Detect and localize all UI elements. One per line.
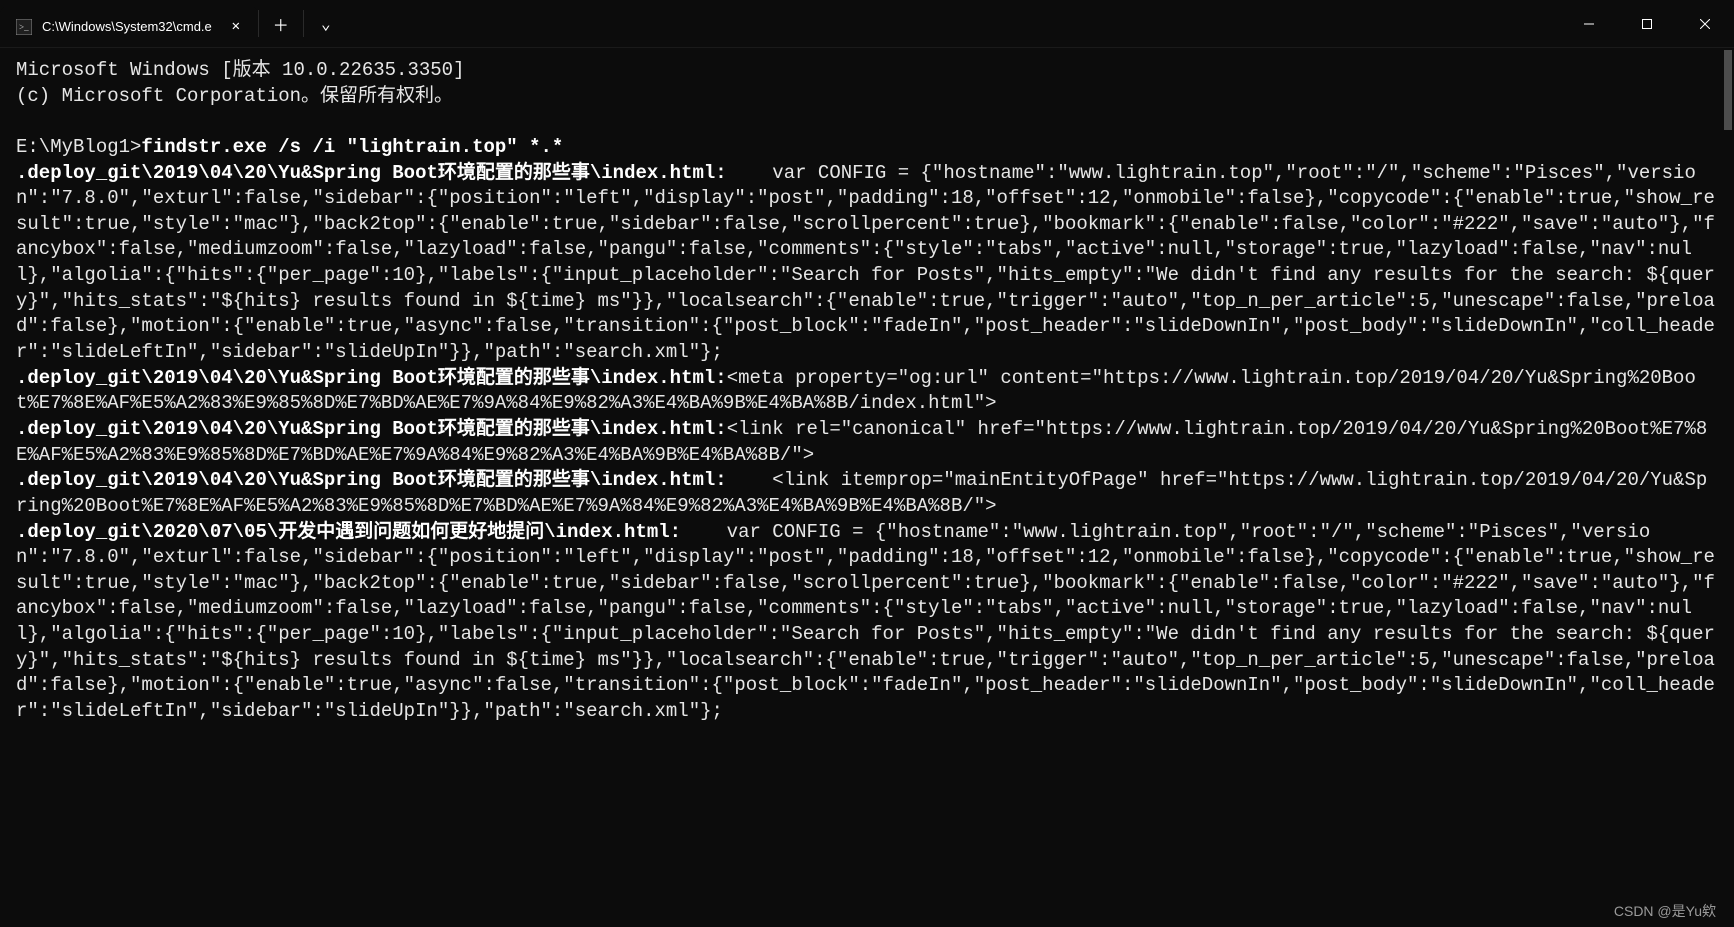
window-controls — [1560, 0, 1734, 47]
svg-text:>_: >_ — [19, 22, 29, 32]
prompt: E:\MyBlog1> — [16, 136, 141, 158]
active-tab[interactable]: >_ C:\Windows\System32\cmd.e ✕ — [0, 6, 258, 47]
result-path-3: .deploy_git\2019\04\20\Yu&Spring Boot环境配… — [16, 418, 727, 440]
copyright-line: (c) Microsoft Corporation。保留所有权利。 — [16, 85, 453, 107]
window-close-button[interactable] — [1676, 0, 1734, 48]
result-body-5: var CONFIG = {"hostname":"www.lightrain.… — [16, 521, 1715, 722]
tab-close-button[interactable]: ✕ — [222, 13, 250, 41]
result-path-5: .deploy_git\2020\07\05\开发中遇到问题如何更好地提问\in… — [16, 521, 681, 543]
cmd-icon: >_ — [16, 19, 32, 35]
result-path-2: .deploy_git\2019\04\20\Yu&Spring Boot环境配… — [16, 367, 727, 389]
watermark-text: CSDN @是Yu欸 — [1614, 901, 1716, 921]
command-text: findstr.exe /s /i "lightrain.top" *.* — [141, 136, 563, 158]
tab-title: C:\Windows\System32\cmd.e — [42, 19, 212, 34]
result-path-4: .deploy_git\2019\04\20\Yu&Spring Boot环境配… — [16, 469, 727, 491]
scrollbar-thumb[interactable] — [1724, 50, 1732, 130]
minimize-button[interactable] — [1560, 0, 1618, 48]
tab-dropdown-button[interactable]: ⌄ — [304, 0, 348, 47]
result-path-1: .deploy_git\2019\04\20\Yu&Spring Boot环境配… — [16, 162, 727, 184]
terminal-output[interactable]: Microsoft Windows [版本 10.0.22635.3350] (… — [0, 48, 1734, 927]
new-tab-button[interactable]: ＋ — [259, 0, 303, 47]
result-body-1: var CONFIG = {"hostname":"www.lightrain.… — [16, 162, 1715, 363]
maximize-button[interactable] — [1618, 0, 1676, 48]
title-bar: >_ C:\Windows\System32\cmd.e ✕ ＋ ⌄ — [0, 0, 1734, 48]
os-version-line: Microsoft Windows [版本 10.0.22635.3350] — [16, 59, 464, 81]
